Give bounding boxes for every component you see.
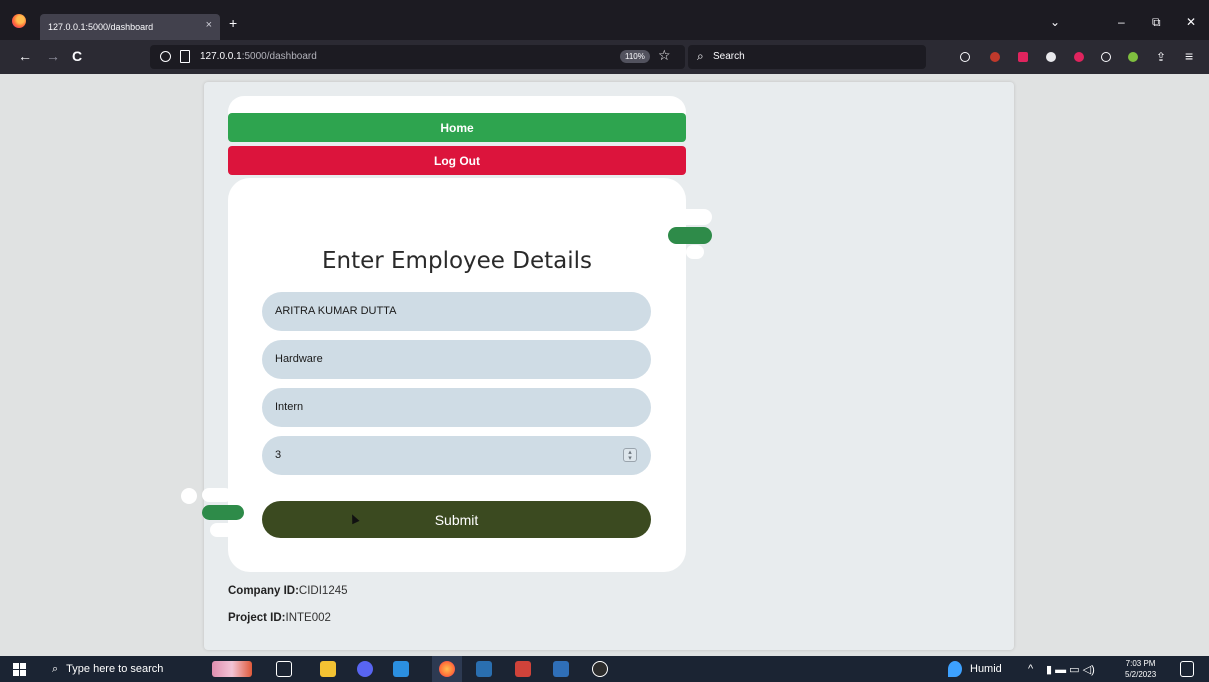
home-button[interactable]: Home bbox=[228, 113, 686, 142]
forward-button[interactable]: → bbox=[46, 48, 60, 64]
windows-start-icon[interactable] bbox=[13, 663, 26, 676]
powershell-icon[interactable] bbox=[553, 661, 569, 677]
number-field[interactable]: 3 ▴ ▾ bbox=[262, 436, 651, 475]
decorative-pill bbox=[678, 209, 712, 225]
tracking-shield-icon[interactable] bbox=[160, 51, 171, 62]
project-id-label: Project ID: bbox=[228, 612, 286, 624]
name-field[interactable]: ARITRA KUMAR DUTTA bbox=[262, 292, 651, 331]
number-value: 3 bbox=[275, 449, 282, 461]
close-window-button[interactable]: ✕ bbox=[1186, 15, 1196, 29]
minimize-button[interactable]: – bbox=[1118, 15, 1125, 29]
extension-icon[interactable] bbox=[1018, 52, 1028, 62]
file-explorer-icon[interactable] bbox=[320, 661, 336, 677]
decorative-pill bbox=[686, 245, 704, 259]
bookmark-star-icon[interactable]: ☆ bbox=[658, 47, 671, 64]
firefox-icon[interactable] bbox=[12, 14, 26, 28]
url-text[interactable]: 127.0.0.1:5000/dashboard bbox=[200, 51, 317, 62]
decorative-pill bbox=[202, 505, 244, 520]
extension-icon[interactable] bbox=[1046, 52, 1056, 62]
employee-form-card: Enter Employee Details ARITRA KUMAR DUTT… bbox=[228, 178, 686, 572]
taskbar-search[interactable]: ⌕ Type here to search bbox=[42, 656, 200, 682]
clock-date: 5/2/2023 bbox=[1125, 670, 1157, 679]
task-view-icon[interactable] bbox=[276, 661, 292, 677]
restore-button[interactable]: ⧉ bbox=[1152, 15, 1161, 30]
extension-icon[interactable] bbox=[1128, 52, 1138, 62]
tab-close-icon[interactable]: × bbox=[206, 19, 212, 31]
vscode-icon[interactable] bbox=[393, 661, 409, 677]
decorative-pill bbox=[202, 488, 232, 502]
taskbar-search-placeholder: Type here to search bbox=[66, 663, 164, 675]
submit-button[interactable]: Submit bbox=[262, 501, 651, 538]
form-title: Enter Employee Details bbox=[321, 248, 592, 274]
logout-button[interactable]: Log Out bbox=[228, 146, 686, 175]
url-path: :5000/dashboard bbox=[241, 51, 317, 62]
tray-icons[interactable]: ▮ ▬ ▭ ◁) bbox=[1046, 663, 1095, 676]
back-button[interactable]: ← bbox=[18, 48, 32, 64]
ublock-icon[interactable] bbox=[1074, 52, 1084, 62]
clock-time: 7:03 PM bbox=[1125, 659, 1156, 668]
news-widget-icon[interactable] bbox=[212, 661, 252, 677]
company-id-line: Company ID:CIDI1245 bbox=[228, 585, 348, 597]
url-bar[interactable]: 127.0.0.1:5000/dashboard 110% ☆ bbox=[150, 45, 685, 69]
pocket-icon[interactable] bbox=[960, 52, 970, 62]
terminal-icon[interactable] bbox=[476, 661, 492, 677]
zoom-badge[interactable]: 110% bbox=[620, 50, 650, 63]
project-id-line: Project ID:INTE002 bbox=[228, 612, 331, 624]
discord-icon[interactable] bbox=[357, 661, 373, 677]
firefox-taskbar-icon[interactable] bbox=[439, 661, 455, 677]
browser-tab[interactable]: 127.0.0.1:5000/dashboard × bbox=[40, 14, 220, 40]
project-id-value: INTE002 bbox=[285, 612, 331, 624]
reload-button[interactable]: C bbox=[72, 48, 82, 64]
search-placeholder: Search bbox=[713, 51, 745, 62]
search-icon: ⌕ bbox=[697, 49, 704, 63]
weather-drop-icon[interactable] bbox=[948, 661, 962, 677]
company-id-value: CIDI1245 bbox=[298, 585, 348, 597]
company-id-label: Company ID: bbox=[228, 585, 299, 597]
extension-icon[interactable] bbox=[990, 52, 1000, 62]
search-icon: ⌕ bbox=[52, 662, 59, 675]
app-icon[interactable] bbox=[515, 661, 531, 677]
decorative-pill bbox=[668, 227, 712, 244]
page-info-icon[interactable] bbox=[180, 50, 190, 63]
browser-tabstrip: 127.0.0.1:5000/dashboard × + ⌄ – ⧉ ✕ bbox=[0, 0, 1209, 40]
role-field[interactable]: Intern bbox=[262, 388, 651, 427]
number-stepper-icon[interactable]: ▴ ▾ bbox=[623, 448, 637, 462]
menu-icon[interactable]: ≡ bbox=[1185, 48, 1193, 64]
tab-title: 127.0.0.1:5000/dashboard bbox=[48, 22, 154, 32]
tab-list-icon[interactable]: ⌄ bbox=[1050, 15, 1060, 29]
new-tab-button[interactable]: + bbox=[229, 15, 237, 31]
weather-text[interactable]: Humid bbox=[970, 663, 1002, 675]
chrome-icon[interactable] bbox=[592, 661, 608, 677]
browser-search-bar[interactable]: ⌕ Search bbox=[688, 45, 926, 69]
url-host: 127.0.0.1 bbox=[200, 51, 242, 62]
tray-chevron-icon[interactable]: ^ bbox=[1028, 663, 1033, 675]
department-field[interactable]: Hardware bbox=[262, 340, 651, 379]
extension-icon[interactable] bbox=[1101, 52, 1111, 62]
clock[interactable]: 7:03 PM 5/2/2023 bbox=[1125, 658, 1156, 680]
browser-navbar: ← → C 127.0.0.1:5000/dashboard 110% ☆ ⌕ … bbox=[0, 40, 1209, 74]
decorative-pill bbox=[210, 523, 234, 537]
notification-icon[interactable] bbox=[1180, 661, 1194, 677]
extensions-puzzle-icon[interactable]: ⇪ bbox=[1156, 50, 1166, 64]
decorative-dot bbox=[181, 488, 197, 504]
windows-taskbar: ⌕ Type here to search Humid ^ ▮ ▬ ▭ ◁) 7… bbox=[0, 656, 1209, 682]
